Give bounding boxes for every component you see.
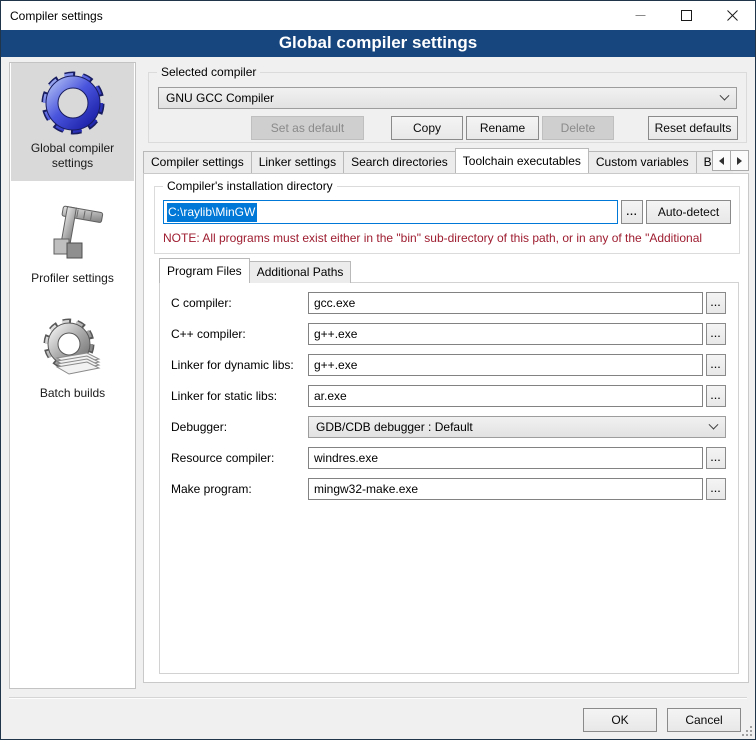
debugger-combobox[interactable]: GDB/CDB debugger : Default (308, 416, 726, 438)
browse-make-program-button[interactable]: ... (706, 478, 726, 500)
minimize-button[interactable] (617, 1, 663, 30)
compiler-settings-dialog: Compiler settings Global compiler settin… (0, 0, 756, 740)
tab-scroll-left-button[interactable] (712, 150, 731, 171)
auto-detect-button[interactable]: Auto-detect (646, 200, 731, 224)
tab-scroll-buttons (713, 150, 749, 171)
triangle-left-icon (719, 157, 724, 165)
form-row-debugger: Debugger: GDB/CDB debugger : Default (171, 416, 726, 438)
tab-search-directories[interactable]: Search directories (343, 151, 456, 173)
installation-directory-row: C:\raylib\MinGW ... Auto-detect (163, 200, 731, 224)
dialog-buttons: OK Cancel (583, 708, 741, 732)
browse-resource-compiler-button[interactable]: ... (706, 447, 726, 469)
settings-category-list: Global compiler settings Profiler set (9, 62, 136, 689)
installation-directory-group: Compiler's installation directory C:\ray… (154, 186, 740, 254)
field-label: Linker for static libs: (171, 389, 308, 403)
browse-dynamic-linker-button[interactable]: ... (706, 354, 726, 376)
compiler-actions: Set as default Copy Rename Delete Reset … (149, 116, 738, 140)
tab-program-files[interactable]: Program Files (159, 258, 250, 283)
form-row-c-compiler: C compiler: ... (171, 292, 726, 314)
group-legend: Compiler's installation directory (163, 179, 337, 193)
cpp-compiler-input[interactable] (308, 323, 703, 345)
field-label: Resource compiler: (171, 451, 308, 465)
resource-compiler-input[interactable] (308, 447, 703, 469)
sidebar-item-label: Profiler settings (15, 271, 130, 286)
sidebar-item-label: Global compiler settings (15, 141, 130, 171)
triangle-right-icon (737, 157, 742, 165)
browse-cpp-compiler-button[interactable]: ... (706, 323, 726, 345)
field-label: Debugger: (171, 420, 308, 434)
tab-scroll-right-button[interactable] (730, 150, 749, 171)
program-files-page: C compiler: ... C++ compiler: ... Linker… (159, 282, 739, 674)
sidebar-item-label: Batch builds (15, 386, 130, 401)
form-row-static-linker: Linker for static libs: ... (171, 385, 726, 407)
page-title: Global compiler settings (1, 30, 755, 56)
footer-divider (9, 697, 747, 699)
chevron-down-icon (709, 419, 719, 429)
cancel-button[interactable]: Cancel (667, 708, 741, 732)
selected-compiler-combobox[interactable]: GNU GCC Compiler (158, 87, 737, 109)
tab-toolchain-executables[interactable]: Toolchain executables (455, 148, 589, 173)
sidebar-item-global-compiler-settings[interactable]: Global compiler settings (11, 63, 134, 181)
field-label: Linker for dynamic libs: (171, 358, 308, 372)
form-row-dynamic-linker: Linker for dynamic libs: ... (171, 354, 726, 376)
copy-button[interactable]: Copy (391, 116, 463, 140)
selected-compiler-group: Selected compiler GNU GCC Compiler Set a… (148, 72, 747, 143)
delete-button[interactable]: Delete (542, 116, 614, 140)
browse-c-compiler-button[interactable]: ... (706, 292, 726, 314)
group-legend: Selected compiler (157, 65, 260, 79)
caption-buttons (617, 1, 755, 30)
page-header: Global compiler settings (1, 30, 755, 57)
tab-custom-variables[interactable]: Custom variables (588, 151, 697, 173)
ok-button[interactable]: OK (583, 708, 657, 732)
title-bar: Compiler settings (1, 1, 755, 30)
rename-button[interactable]: Rename (466, 116, 539, 140)
browse-directory-button[interactable]: ... (621, 200, 643, 224)
maximize-icon (681, 10, 692, 21)
selected-path-text: C:\raylib\MinGW (167, 203, 257, 222)
close-button[interactable] (709, 1, 755, 30)
sidebar-item-profiler-settings[interactable]: Profiler settings (11, 193, 134, 296)
window-title: Compiler settings (10, 9, 103, 23)
close-icon (727, 10, 738, 21)
static-linker-input[interactable] (308, 385, 703, 407)
field-label: C compiler: (171, 296, 308, 310)
sidebar-item-batch-builds[interactable]: Batch builds (11, 308, 134, 411)
resize-grip[interactable] (742, 726, 752, 736)
maximize-button[interactable] (663, 1, 709, 30)
settings-tabstrip: Compiler settings Linker settings Search… (143, 148, 733, 173)
c-compiler-input[interactable] (308, 292, 703, 314)
blue-gear-icon (41, 71, 105, 135)
reset-defaults-button[interactable]: Reset defaults (648, 116, 738, 140)
combobox-value: GDB/CDB debugger : Default (316, 420, 473, 434)
field-label: C++ compiler: (171, 327, 308, 341)
combobox-value: GNU GCC Compiler (166, 91, 274, 105)
form-row-make-program: Make program: ... (171, 478, 726, 500)
toolchain-executables-page: Compiler's installation directory C:\ray… (143, 173, 749, 683)
form-row-resource-compiler: Resource compiler: ... (171, 447, 726, 469)
tab-linker-settings[interactable]: Linker settings (251, 151, 344, 173)
minimize-icon (635, 10, 646, 21)
form-row-cpp-compiler: C++ compiler: ... (171, 323, 726, 345)
grey-gear-stack-icon (41, 316, 105, 380)
bin-subdirectory-note: NOTE: All programs must exist either in … (163, 231, 738, 245)
program-tabstrip: Program Files Additional Paths (159, 259, 351, 283)
tab-compiler-settings[interactable]: Compiler settings (143, 151, 252, 173)
dynamic-linker-input[interactable] (308, 354, 703, 376)
caliper-icon (41, 201, 105, 265)
field-label: Make program: (171, 482, 308, 496)
browse-static-linker-button[interactable]: ... (706, 385, 726, 407)
set-as-default-button[interactable]: Set as default (251, 116, 364, 140)
chevron-down-icon (720, 90, 730, 100)
make-program-input[interactable] (308, 478, 703, 500)
tab-additional-paths[interactable]: Additional Paths (249, 261, 352, 283)
installation-directory-input[interactable]: C:\raylib\MinGW (163, 200, 618, 224)
